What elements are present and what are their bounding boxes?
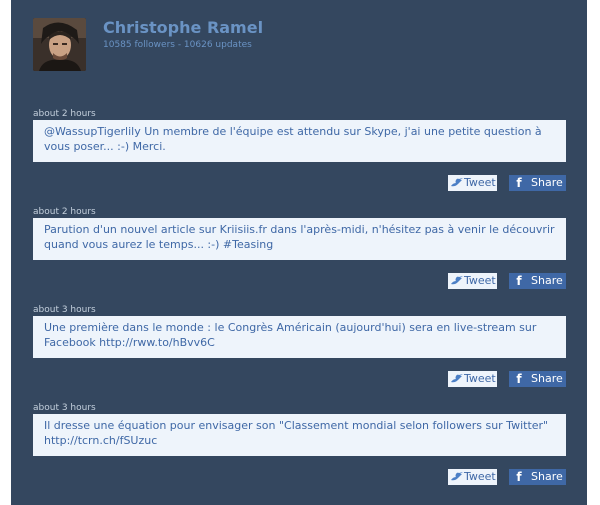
- tweet-item: about 2 hours Parution d'un nouvel artic…: [33, 206, 566, 304]
- tweet-button-label: Tweet: [464, 372, 496, 385]
- tweet-text: @WassupTigerlily Un membre de l'équipe e…: [33, 120, 566, 162]
- profile-stats: 10585 followers - 10626 updates: [103, 40, 252, 50]
- tweet-button[interactable]: Tweet: [448, 175, 497, 191]
- profile-name[interactable]: Christophe Ramel: [103, 18, 263, 38]
- facebook-icon: f: [516, 176, 522, 190]
- tweet-item: about 3 hours Une première dans le monde…: [33, 304, 566, 402]
- tweet-timestamp[interactable]: about 2 hours: [33, 108, 96, 120]
- twitter-widget: Christophe Ramel 10585 followers - 10626…: [11, 0, 587, 505]
- tweet-button[interactable]: Tweet: [448, 371, 497, 387]
- share-button[interactable]: f Share: [509, 175, 566, 191]
- tweet-timestamp[interactable]: about 3 hours: [33, 304, 96, 316]
- avatar[interactable]: [33, 18, 86, 71]
- tweet-button[interactable]: Tweet: [448, 469, 497, 485]
- share-button[interactable]: f Share: [509, 371, 566, 387]
- tweet-button-label: Tweet: [464, 470, 496, 483]
- bird-icon: [451, 472, 463, 481]
- tweet-button-label: Tweet: [464, 274, 496, 287]
- share-button-label: Share: [531, 176, 563, 189]
- tweet-text: Il dresse une équation pour envisager so…: [33, 414, 566, 456]
- bird-icon: [451, 178, 463, 187]
- tweet-text: Parution d'un nouvel article sur Kriisii…: [33, 218, 566, 260]
- tweet-actions: Tweet f Share: [448, 371, 566, 387]
- facebook-icon: f: [516, 372, 522, 386]
- share-button-label: Share: [531, 372, 563, 385]
- avatar-photo-icon: [33, 18, 86, 71]
- share-button[interactable]: f Share: [509, 469, 566, 485]
- tweet-actions: Tweet f Share: [448, 273, 566, 289]
- tweet-list: about 2 hours @WassupTigerlily Un membre…: [33, 108, 566, 500]
- bird-icon: [451, 374, 463, 383]
- facebook-icon: f: [516, 274, 522, 288]
- share-button-label: Share: [531, 470, 563, 483]
- tweet-item: about 3 hours Il dresse une équation pou…: [33, 402, 566, 500]
- share-button-label: Share: [531, 274, 563, 287]
- share-button[interactable]: f Share: [509, 273, 566, 289]
- tweet-actions: Tweet f Share: [448, 469, 566, 485]
- tweet-button-label: Tweet: [464, 176, 496, 189]
- tweet-timestamp[interactable]: about 3 hours: [33, 402, 96, 414]
- facebook-icon: f: [516, 470, 522, 484]
- tweet-actions: Tweet f Share: [448, 175, 566, 191]
- tweet-text: Une première dans le monde : le Congrès …: [33, 316, 566, 358]
- tweet-item: about 2 hours @WassupTigerlily Un membre…: [33, 108, 566, 206]
- tweet-button[interactable]: Tweet: [448, 273, 497, 289]
- tweet-timestamp[interactable]: about 2 hours: [33, 206, 96, 218]
- bird-icon: [451, 276, 463, 285]
